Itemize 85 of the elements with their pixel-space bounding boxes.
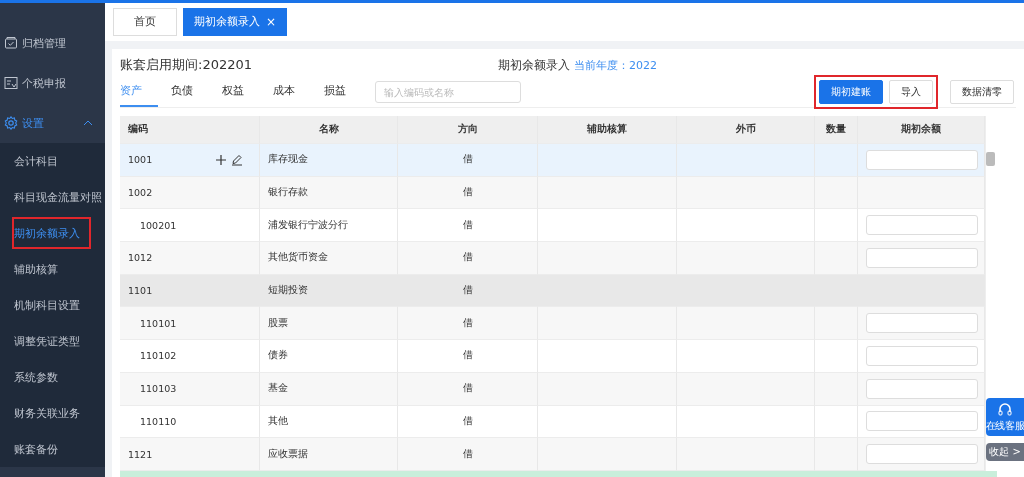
table-row[interactable]: 110103 基金 借 — [120, 372, 985, 406]
sidebar-item[interactable]: 辅助核算 — [0, 251, 105, 287]
account-name: 浦发银行宁波分行 — [268, 218, 348, 232]
period-label: 账套启用期间:202201 — [120, 56, 253, 74]
sidebar-item[interactable]: 账套备份 — [0, 431, 105, 467]
add-icon[interactable] — [215, 153, 227, 166]
table-row[interactable]: 100201 浦发银行宁波分行 借 — [120, 209, 985, 243]
table-row[interactable]: 1001 库存现金 借 — [120, 144, 985, 177]
table-row[interactable]: 110101 股票 借 — [120, 307, 985, 341]
sidebar-item[interactable]: 归档管理 — [0, 23, 105, 63]
direction-text: 借 — [462, 382, 473, 396]
sidebar-item[interactable]: 会计科目 — [0, 143, 105, 179]
sidebar-item[interactable]: 系统参数 — [0, 359, 105, 395]
account-code: 110110 — [139, 415, 177, 427]
category-tab[interactable]: 成本 — [273, 77, 311, 107]
amount-field[interactable] — [866, 444, 978, 465]
account-code: 100201 — [139, 219, 177, 231]
primary-button[interactable]: 期初建账 — [819, 80, 883, 104]
direction-text: 借 — [462, 186, 473, 200]
page-tab[interactable]: 期初余额录入 × — [183, 8, 288, 36]
sidebar-item[interactable]: 科目现金流量对照 — [0, 179, 105, 215]
page-title: 期初余额录入 — [498, 56, 570, 74]
table-row[interactable]: 110102 债券 借 — [120, 340, 985, 373]
direction-text: 借 — [462, 284, 473, 298]
amount-field[interactable] — [866, 247, 978, 268]
direction-text: 借 — [462, 447, 473, 461]
archive-icon — [4, 36, 18, 50]
amount-field[interactable] — [866, 345, 978, 366]
document-icon — [4, 76, 18, 90]
amount-field[interactable] — [866, 215, 978, 236]
collapse-button[interactable]: 收起 > — [986, 443, 1024, 461]
direction-text: 借 — [462, 153, 473, 167]
account-code: 1002 — [128, 187, 153, 199]
current-year: 当前年度：2022 — [574, 57, 657, 73]
amount-field[interactable] — [866, 411, 978, 432]
account-name: 库存现金 — [268, 153, 308, 167]
account-code: 110101 — [139, 317, 177, 329]
search-field[interactable]: 输入编码或名称 — [375, 81, 521, 103]
account-name: 债券 — [268, 349, 288, 363]
category-tab[interactable]: 资产 — [120, 77, 158, 107]
account-code: 1101 — [128, 285, 153, 297]
edit-icon[interactable] — [231, 153, 243, 166]
direction-text: 借 — [462, 349, 473, 363]
sidebar-item[interactable]: 机制科目设置 — [0, 287, 105, 323]
category-tab[interactable]: 负债 — [171, 77, 209, 107]
settings-icon — [4, 116, 18, 130]
category-tab[interactable]: 权益 — [222, 77, 260, 107]
online-service-button[interactable]: 在线客服 — [986, 398, 1024, 436]
amount-field[interactable] — [866, 313, 978, 334]
account-name: 应收票据 — [268, 447, 308, 461]
sidebar-item[interactable]: 设置 — [0, 103, 105, 143]
direction-text: 借 — [462, 251, 473, 265]
close-icon[interactable]: × — [266, 9, 277, 35]
amount-field[interactable] — [866, 149, 978, 170]
account-name: 其他货币资金 — [268, 251, 328, 265]
account-name: 银行存款 — [268, 186, 308, 200]
sidebar-item[interactable]: 财务关联业务 — [0, 395, 105, 431]
amount-field[interactable] — [866, 378, 978, 399]
account-name: 股票 — [268, 316, 288, 330]
account-name: 其他 — [268, 414, 288, 428]
sidebar-item[interactable]: 调整凭证类型 — [0, 323, 105, 359]
account-code: 110102 — [139, 350, 177, 362]
table-row[interactable]: 110110 其他 借 — [120, 405, 985, 439]
chevron-icon — [83, 120, 93, 126]
direction-text: 借 — [462, 316, 473, 330]
clear-button[interactable]: 数据清零 — [950, 80, 1014, 104]
sidebar-item[interactable]: 期初余额录入 — [10, 215, 93, 251]
table-row[interactable]: 1121 应收票据 借 — [120, 438, 985, 471]
sidebar-item[interactable]: 个税申报 — [0, 63, 105, 103]
table-row[interactable]: 1012 其他货币资金 借 — [120, 242, 985, 275]
account-code: 1012 — [128, 252, 153, 264]
direction-text: 借 — [462, 218, 473, 232]
page-tab[interactable]: 首页 — [113, 8, 177, 36]
table-row[interactable]: 1101 短期投资 借 — [120, 274, 985, 308]
direction-text: 借 — [462, 414, 473, 428]
account-code: 1001 — [128, 154, 153, 166]
account-code: 110103 — [139, 383, 177, 395]
import-button[interactable]: 导入 — [889, 80, 933, 104]
scrollbar-thumb[interactable] — [986, 152, 995, 166]
account-code: 1121 — [128, 448, 153, 460]
account-name: 基金 — [268, 382, 288, 396]
account-name: 短期投资 — [268, 284, 308, 298]
headset-icon — [997, 401, 1013, 418]
table-row[interactable]: 1002 银行存款 借 — [120, 176, 985, 210]
category-tab[interactable]: 损益 — [324, 77, 362, 107]
